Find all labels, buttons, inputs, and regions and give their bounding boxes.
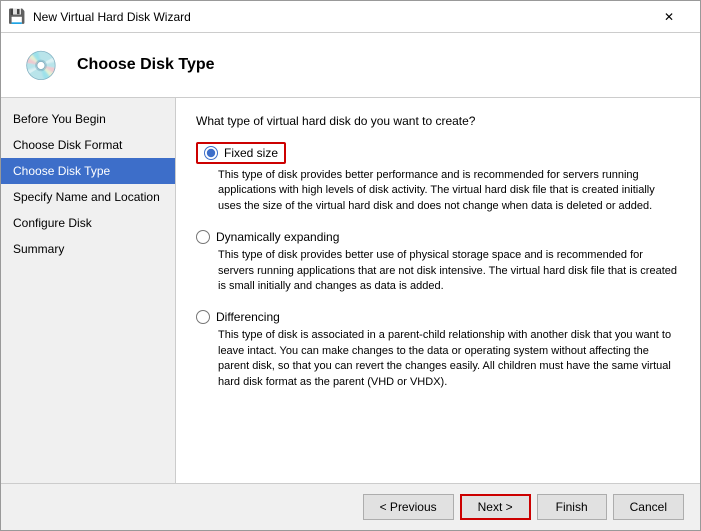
previous-button[interactable]: < Previous xyxy=(363,494,454,520)
sidebar-item-specify-name-location[interactable]: Specify Name and Location xyxy=(1,184,175,210)
option-block-fixed-size: Fixed size This type of disk provides be… xyxy=(196,142,680,214)
dynamically-expanding-label: Dynamically expanding xyxy=(216,230,339,244)
option-block-differencing: Differencing This type of disk is associ… xyxy=(196,310,680,390)
option-row-fixed-size: Fixed size xyxy=(196,142,680,164)
differencing-label: Differencing xyxy=(216,310,280,324)
sidebar-item-choose-disk-type[interactable]: Choose Disk Type xyxy=(1,158,175,184)
main-window: 💾 New Virtual Hard Disk Wizard ✕ 💿 Choos… xyxy=(0,0,701,531)
radio-differencing[interactable] xyxy=(196,310,210,324)
header-icon: 💿 xyxy=(21,45,61,85)
titlebar: 💾 New Virtual Hard Disk Wizard ✕ xyxy=(1,1,700,33)
question-text: What type of virtual hard disk do you wa… xyxy=(196,114,680,128)
radio-dynamically-expanding[interactable] xyxy=(196,230,210,244)
next-button[interactable]: Next > xyxy=(460,494,531,520)
footer: < Previous Next > Finish Cancel xyxy=(1,483,700,530)
fixed-size-description: This type of disk provides better perfor… xyxy=(218,168,680,214)
window-title: New Virtual Hard Disk Wizard xyxy=(33,10,646,24)
page-title: Choose Disk Type xyxy=(77,56,215,74)
fixed-size-label: Fixed size xyxy=(224,146,278,160)
finish-button[interactable]: Finish xyxy=(537,494,607,520)
close-button[interactable]: ✕ xyxy=(646,1,692,33)
dynamically-expanding-description: This type of disk provides better use of… xyxy=(218,248,680,294)
sidebar-item-configure-disk[interactable]: Configure Disk xyxy=(1,210,175,236)
option-row-dynamically-expanding: Dynamically expanding xyxy=(196,230,680,244)
differencing-description: This type of disk is associated in a par… xyxy=(218,328,680,390)
sidebar-item-summary[interactable]: Summary xyxy=(1,236,175,262)
cancel-button[interactable]: Cancel xyxy=(613,494,684,520)
sidebar-item-before-you-begin[interactable]: Before You Begin xyxy=(1,106,175,132)
fixed-size-highlight: Fixed size xyxy=(196,142,286,164)
option-block-dynamically-expanding: Dynamically expanding This type of disk … xyxy=(196,230,680,294)
page-header: 💿 Choose Disk Type xyxy=(1,33,700,98)
app-icon: 💾 xyxy=(9,9,25,25)
sidebar-item-choose-disk-format[interactable]: Choose Disk Format xyxy=(1,132,175,158)
option-row-differencing: Differencing xyxy=(196,310,680,324)
content-area: Before You Begin Choose Disk Format Choo… xyxy=(1,98,700,483)
sidebar: Before You Begin Choose Disk Format Choo… xyxy=(1,98,176,483)
radio-fixed-size[interactable] xyxy=(204,146,218,160)
main-content: What type of virtual hard disk do you wa… xyxy=(176,98,700,483)
